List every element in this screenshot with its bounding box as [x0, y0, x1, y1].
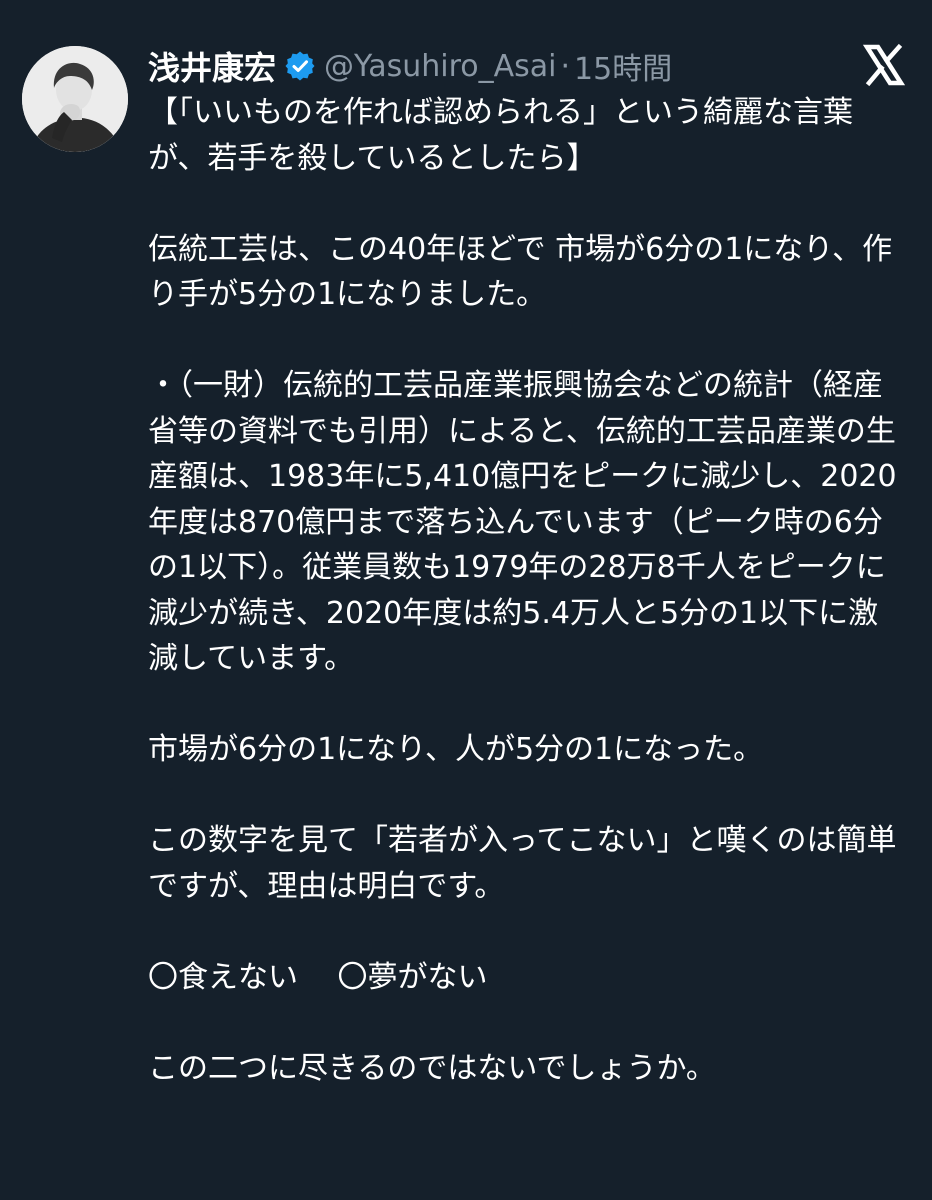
separator-dot: · — [560, 48, 571, 84]
tweet-paragraph-statistics: ・（一財）伝統的工芸品産業振興協会などの統計（経産省等の資料でも引用）によると、… — [148, 368, 897, 676]
author-avatar[interactable] — [22, 46, 128, 152]
tweet-timestamp[interactable]: 15時間 — [574, 44, 672, 88]
profile-photo — [22, 46, 128, 152]
tweet-body: 【「いいものを作れば認められる」という綺麗な言葉が、若手を殺しているとしたら】 … — [148, 90, 908, 1091]
tweet-paragraph-intro: 伝統工芸は、この40年ほどで 市場が6分の1になり、作り手が5分の1になりました… — [148, 231, 893, 313]
tweet-card: 浅井康宏 @Yasuhiro_Asai · 15時間 【「いいものを作れば認めら… — [0, 0, 932, 1200]
x-logo-icon[interactable] — [862, 43, 906, 87]
tweet-paragraph-summary: 市場が6分の1になり、人が5分の1になった。 — [148, 732, 764, 767]
tweet-paragraph-conclusion: この二つに尽きるのではないでしょうか。 — [148, 1050, 716, 1086]
tweet-paragraph-points: 〇食えない 〇夢がない — [148, 959, 488, 995]
author-name[interactable]: 浅井康宏 — [148, 43, 276, 89]
author-handle[interactable]: @Yasuhiro_Asai — [324, 49, 556, 84]
tweet-header: 浅井康宏 @Yasuhiro_Asai · 15時間 — [148, 38, 832, 94]
tweet-paragraph-headline: 【「いいものを作れば認められる」という綺麗な言葉が、若手を殺しているとしたら】 — [148, 95, 853, 176]
tweet-paragraph-reason: この数字を見て「若者が入ってこない」と嘆くのは簡単ですが、理由は明白です。 — [148, 823, 897, 904]
verified-badge-icon — [284, 50, 316, 82]
